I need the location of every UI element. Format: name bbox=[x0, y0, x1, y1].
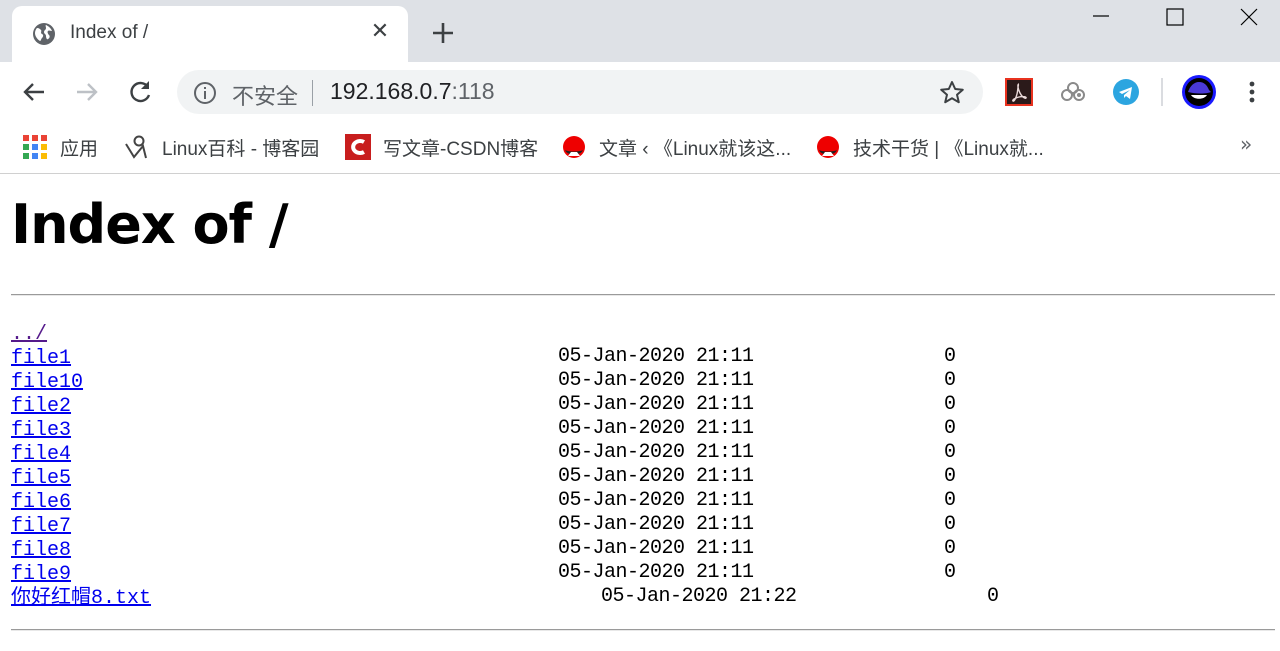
directory-listing: ../ file1 05-Jan-2020 21:11 0 file10 05-Jan-… bbox=[11, 321, 999, 610]
bookmark-label: 写文章-CSDN博客 bbox=[383, 138, 539, 160]
telegram-icon[interactable] bbox=[1112, 78, 1140, 106]
tab-strip: Index of / ✕ bbox=[0, 0, 1280, 62]
redhat-avatar-icon[interactable] bbox=[1181, 74, 1217, 110]
bookmark-label: 文章 ‹ 《Linux就该这... bbox=[599, 138, 792, 160]
file-date: 05-Jan-2020 21:11 bbox=[558, 465, 754, 488]
file-date: 05-Jan-2020 21:11 bbox=[558, 537, 754, 560]
file-size: 0 bbox=[944, 513, 957, 536]
maximize-icon[interactable] bbox=[1160, 4, 1190, 30]
file-size: 0 bbox=[944, 561, 957, 584]
omnibox-separator bbox=[312, 80, 313, 106]
file-row: file4 05-Jan-2020 21:11 0 bbox=[11, 441, 956, 466]
file-date: 05-Jan-2020 21:11 bbox=[558, 513, 754, 536]
info-icon[interactable] bbox=[193, 81, 217, 105]
file-link[interactable]: file3 bbox=[11, 419, 71, 442]
file-date: 05-Jan-2020 21:11 bbox=[558, 369, 754, 392]
file-row: file3 05-Jan-2020 21:11 0 bbox=[11, 417, 956, 442]
file-row: file6 05-Jan-2020 21:11 0 bbox=[11, 489, 956, 514]
tab-title: Index of / bbox=[70, 22, 149, 43]
file-size: 0 bbox=[987, 585, 1000, 608]
file-row: file9 05-Jan-2020 21:11 0 bbox=[11, 561, 956, 586]
bookmark-star-icon[interactable] bbox=[939, 80, 965, 106]
file-date: 05-Jan-2020 21:11 bbox=[558, 417, 754, 440]
bookmark-cnblogs[interactable]: Linux百科 - 博客园 bbox=[124, 132, 319, 162]
bookmark-csdn[interactable]: 写文章-CSDN博客 bbox=[345, 132, 538, 162]
file-size: 0 bbox=[944, 369, 957, 392]
security-label[interactable]: 不安全 bbox=[232, 79, 298, 111]
tab-index[interactable]: Index of / ✕ bbox=[12, 6, 408, 62]
bookmarks-bar: 应用 Linux百科 - 博客园 写文章-CSDN博客 文章 ‹ 《Linux就… bbox=[0, 122, 1280, 174]
file-row: file7 05-Jan-2020 21:11 0 bbox=[11, 513, 956, 538]
apps-grid-icon bbox=[23, 135, 47, 159]
url-host: 192.168.0.7 bbox=[330, 78, 452, 104]
reload-icon[interactable] bbox=[124, 76, 156, 108]
file-size: 0 bbox=[944, 441, 957, 464]
adobe-acrobat-icon[interactable] bbox=[1005, 78, 1033, 106]
file-date: 05-Jan-2020 21:11 bbox=[558, 561, 754, 584]
file-date: 05-Jan-2020 21:11 bbox=[558, 441, 754, 464]
globe-icon bbox=[33, 23, 55, 45]
address-bar[interactable]: 不安全 192.168.0.7:118 bbox=[177, 70, 983, 114]
toolbar: 不安全 192.168.0.7:118 bbox=[0, 62, 1280, 122]
url-port: :118 bbox=[451, 78, 495, 104]
bookmark-linux-tech[interactable]: 技术干货 | 《Linux就... bbox=[815, 132, 1044, 162]
bookmark-label: 技术干货 | 《Linux就... bbox=[853, 138, 1044, 160]
url-text[interactable]: 192.168.0.7:118 bbox=[330, 78, 495, 105]
divider-top bbox=[11, 294, 1275, 296]
file-link[interactable]: file2 bbox=[11, 395, 71, 418]
divider-bottom bbox=[11, 629, 1275, 631]
file-link[interactable]: file8 bbox=[11, 539, 71, 562]
toolbar-divider bbox=[1161, 78, 1163, 106]
file-row: file8 05-Jan-2020 21:11 0 bbox=[11, 537, 956, 562]
file-link[interactable]: file4 bbox=[11, 443, 71, 466]
cloud-extension-icon[interactable] bbox=[1059, 78, 1087, 106]
file-link[interactable]: 你好红帽8.txt bbox=[11, 587, 151, 610]
file-date: 05-Jan-2020 21:11 bbox=[558, 489, 754, 512]
file-link[interactable]: file6 bbox=[11, 491, 71, 514]
redhat-icon bbox=[563, 136, 585, 158]
file-link[interactable]: file5 bbox=[11, 467, 71, 490]
file-link[interactable]: file10 bbox=[11, 371, 83, 394]
file-link[interactable]: file1 bbox=[11, 347, 71, 370]
file-date: 05-Jan-2020 21:11 bbox=[558, 393, 754, 416]
csdn-icon bbox=[345, 134, 371, 160]
file-link[interactable]: file9 bbox=[11, 563, 71, 586]
file-row: file1 05-Jan-2020 21:11 0 bbox=[11, 345, 956, 370]
bookmark-label: Linux百科 - 博客园 bbox=[162, 138, 320, 160]
file-size: 0 bbox=[944, 345, 957, 368]
tab-close-icon[interactable]: ✕ bbox=[368, 20, 392, 44]
back-icon[interactable] bbox=[18, 76, 50, 108]
file-row: file5 05-Jan-2020 21:11 0 bbox=[11, 465, 956, 490]
new-tab-icon[interactable] bbox=[428, 18, 458, 48]
file-row: 你好红帽8.txt 05-Jan-2020 21:22 0 bbox=[11, 585, 999, 610]
parent-directory-link[interactable]: ../ bbox=[11, 323, 47, 346]
file-row: file10 05-Jan-2020 21:11 0 bbox=[11, 369, 956, 394]
file-date: 05-Jan-2020 21:11 bbox=[558, 345, 754, 368]
bookmark-label: 应用 bbox=[60, 138, 99, 160]
file-size: 0 bbox=[944, 537, 957, 560]
file-size: 0 bbox=[944, 465, 957, 488]
file-size: 0 bbox=[944, 489, 957, 512]
file-date: 05-Jan-2020 21:22 bbox=[601, 585, 797, 608]
page-content: Index of / ../ file1 05-Jan-2020 21:11 0 fi… bbox=[0, 175, 1280, 651]
file-link[interactable]: file7 bbox=[11, 515, 71, 538]
file-row: file2 05-Jan-2020 21:11 0 bbox=[11, 393, 956, 418]
forward-icon[interactable] bbox=[71, 76, 103, 108]
bookmark-linux-article[interactable]: 文章 ‹ 《Linux就该这... bbox=[561, 132, 791, 162]
bookmarks-overflow-button[interactable]: » bbox=[1240, 132, 1252, 156]
file-size: 0 bbox=[944, 393, 957, 416]
redhat-icon bbox=[817, 136, 839, 158]
cnblogs-icon bbox=[125, 135, 147, 159]
minimize-icon[interactable] bbox=[1086, 4, 1116, 30]
window-close-icon[interactable] bbox=[1234, 4, 1264, 30]
file-size: 0 bbox=[944, 417, 957, 440]
more-menu-icon[interactable] bbox=[1238, 78, 1266, 106]
bookmark-apps[interactable]: 应用 bbox=[22, 132, 98, 162]
parent-row: ../ bbox=[11, 321, 151, 346]
page-heading: Index of / bbox=[11, 193, 289, 256]
